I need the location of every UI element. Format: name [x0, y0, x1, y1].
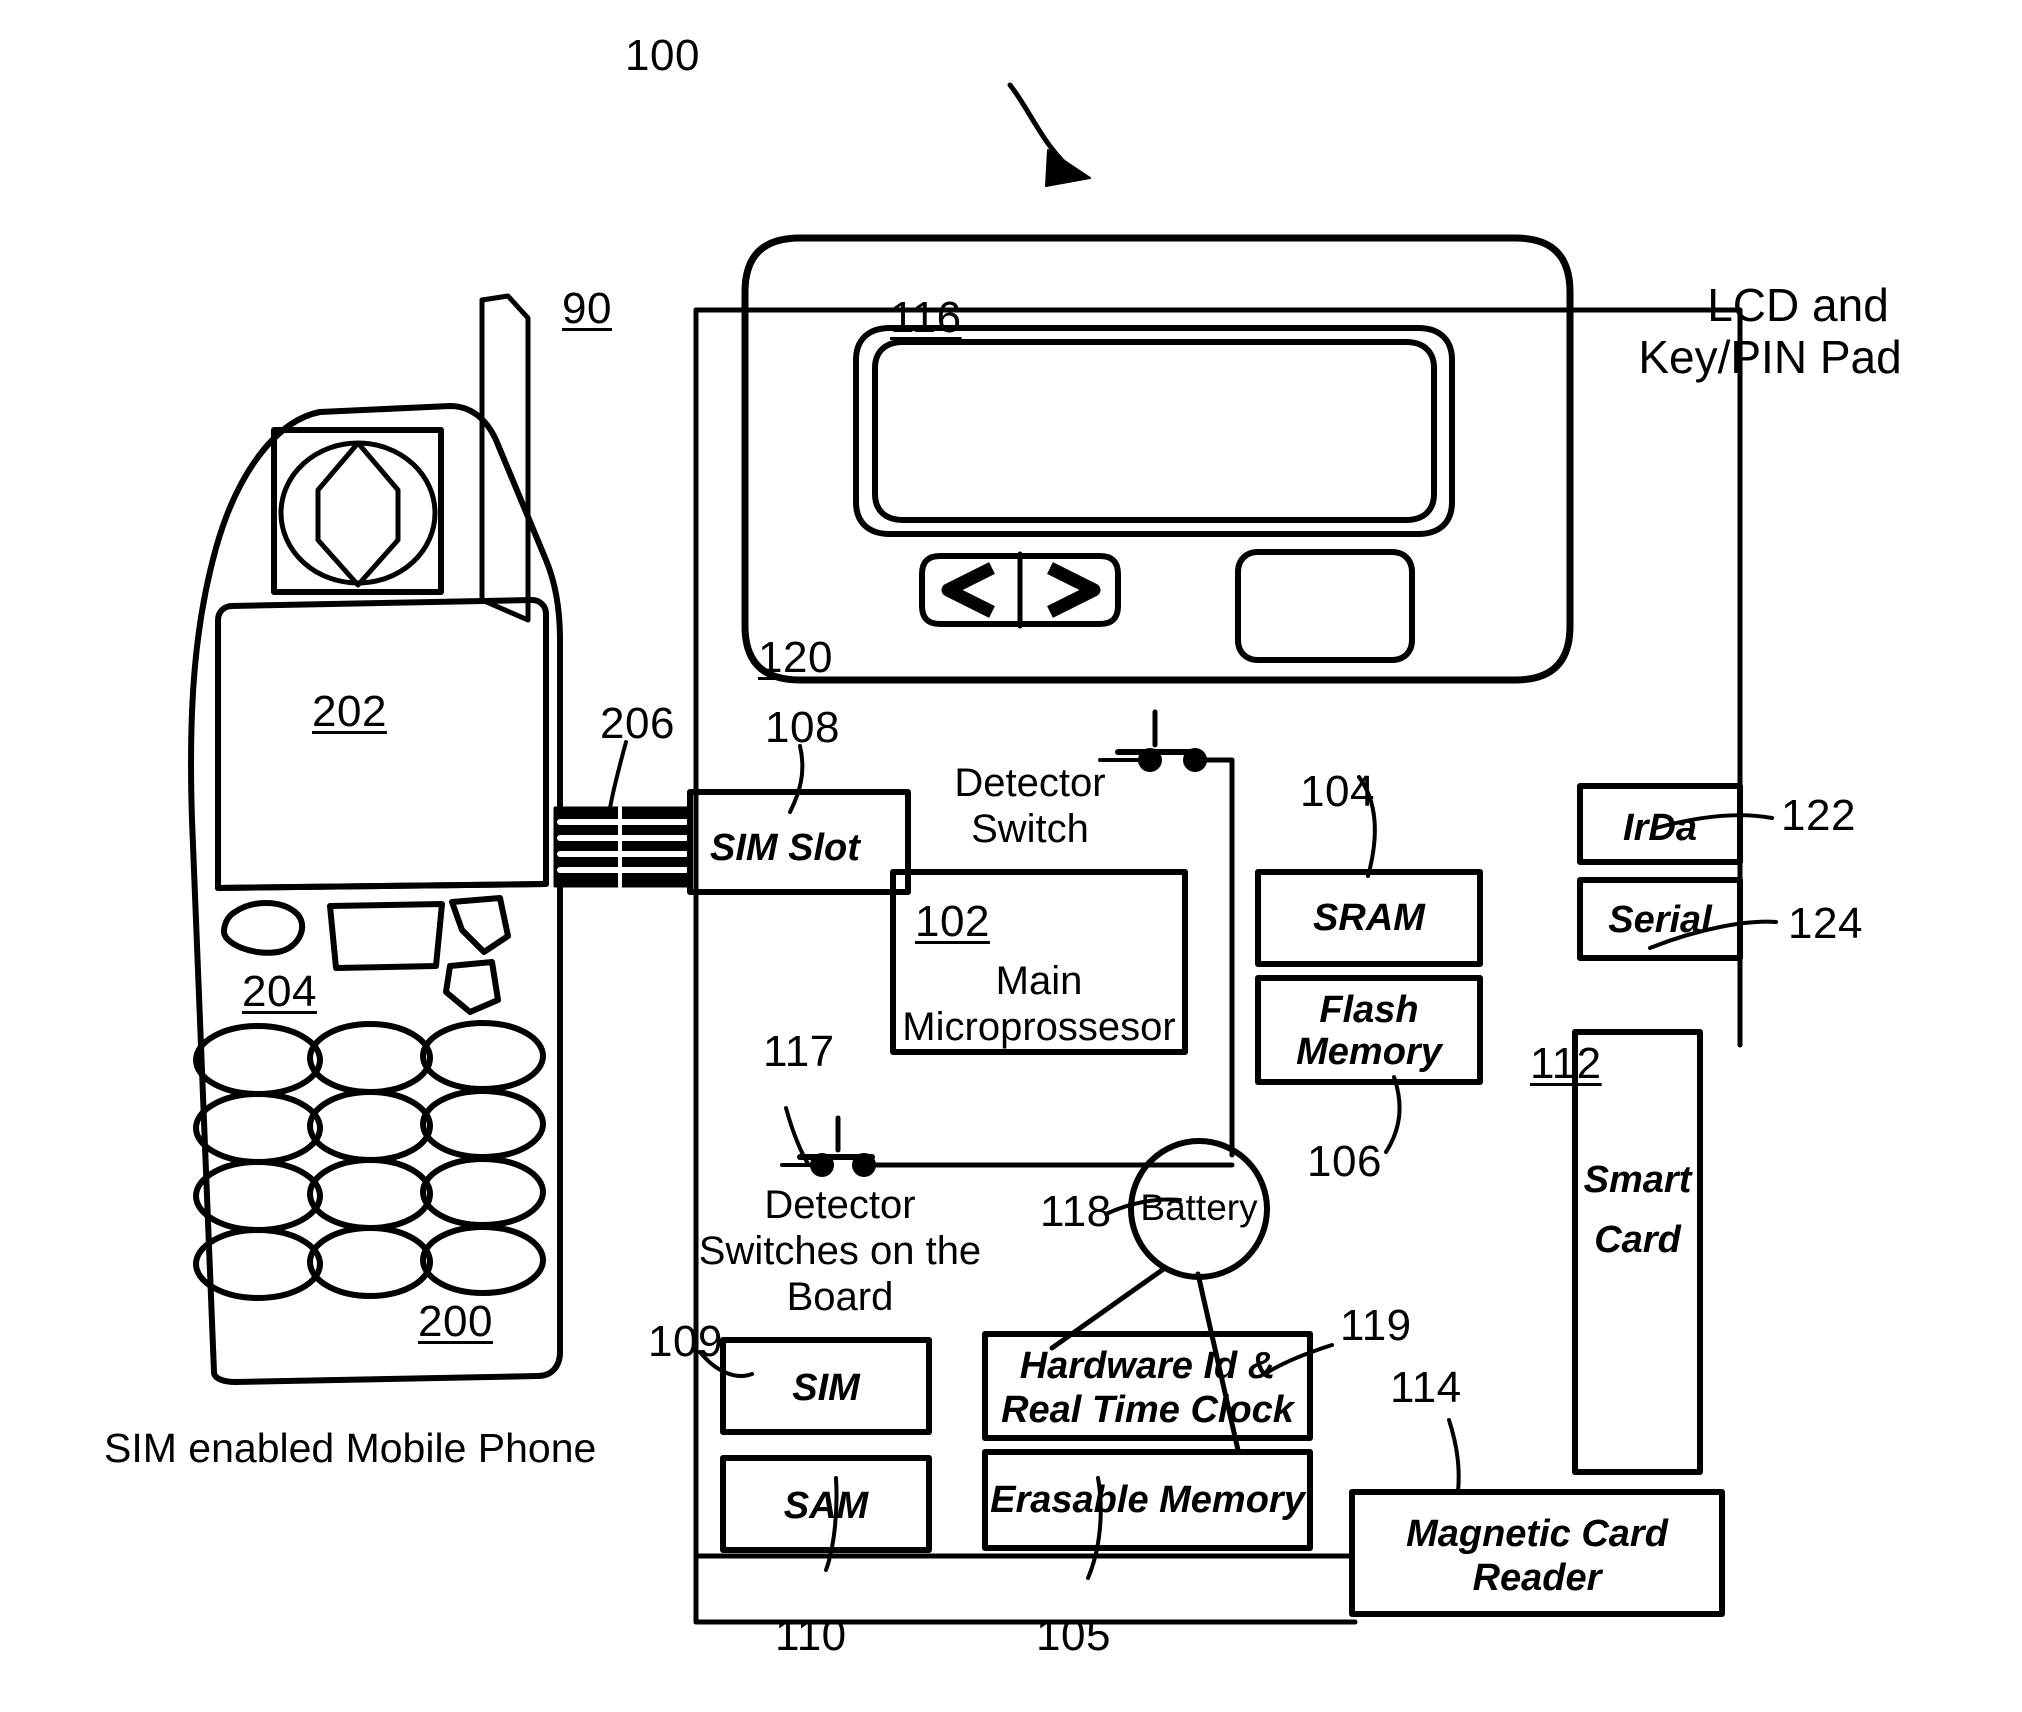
hwid-rtc-label-line1: Hardware Id &: [1019, 1345, 1276, 1387]
lcd-soft-button: [1235, 549, 1415, 663]
ref-90-label: 90: [562, 284, 612, 333]
sim-slot-label: SIM Slot: [710, 827, 860, 869]
hwid-rtc-label-line2: Real Time Clock: [1001, 1389, 1294, 1431]
ref-100-arrowhead: [1045, 149, 1091, 187]
ref-204-label: 204: [242, 967, 317, 1016]
ref-106-label: 106: [1307, 1137, 1382, 1186]
phone-logo-circle: [278, 440, 438, 586]
ref-114-leader: [1447, 1418, 1461, 1494]
ref-119-label: 119: [1340, 1301, 1412, 1350]
detector-switch-label-line2: Switch: [971, 807, 1089, 851]
serial-label: Serial: [1608, 899, 1712, 941]
ref-200-label: 200: [418, 1297, 493, 1346]
ref-118-label: 118: [1040, 1187, 1112, 1236]
phone-key: [420, 1156, 546, 1228]
figure-caption: SIM enabled Mobile Phone: [104, 1425, 597, 1471]
battery-label: Battery: [1140, 1187, 1258, 1228]
ref-116-label: 116: [890, 293, 962, 342]
phone-key: [307, 1021, 433, 1095]
magcard-label-line2: Reader: [1472, 1557, 1602, 1599]
sim-label: SIM: [792, 1367, 860, 1409]
phone-softkey-right2: [443, 959, 501, 1015]
nav-right-chevron: [1047, 562, 1101, 618]
ref-102-label: 102: [915, 897, 990, 946]
detector-board-label-line3: Board: [786, 1275, 894, 1319]
nav-left-chevron: [941, 562, 995, 618]
ref-202-label: 202: [312, 687, 387, 736]
ref-122-label: 122: [1781, 791, 1856, 840]
phone-screen-bottom: [215, 881, 549, 891]
ref-110-label: 110: [775, 1611, 847, 1660]
ref-105-label: 105: [1036, 1611, 1111, 1660]
display-inner: [872, 339, 1437, 523]
flash-label-line2: Memory: [1296, 1031, 1442, 1073]
smartcard-label-line1: Smart: [1583, 1159, 1692, 1201]
ref-100-label: 100: [625, 31, 700, 80]
ref-117-label: 117: [763, 1027, 835, 1076]
phone-key: [420, 1224, 546, 1296]
ref-108-label: 108: [765, 703, 840, 752]
phone-key: [420, 1020, 546, 1092]
phone-key: [193, 1091, 323, 1165]
irda-label: IrDa: [1623, 807, 1697, 849]
magcard-label-line1: Magnetic Card: [1406, 1513, 1668, 1555]
phone-body: [188, 403, 563, 1385]
phone-softkey-center: [327, 901, 445, 971]
cpu-label-line1: Main: [995, 959, 1083, 1003]
display-bezel: [853, 325, 1455, 537]
ref-109-label: 109: [648, 1317, 723, 1366]
ref-112-label: 112: [1530, 1039, 1602, 1088]
ref-104-label: 104: [1300, 767, 1375, 816]
phone-screen: [215, 597, 549, 891]
detector-board-label-line1: Detector: [764, 1183, 916, 1227]
ref-108-leader: [788, 744, 805, 814]
lcd-housing: [741, 234, 1574, 684]
phone-logo-square: [271, 427, 444, 595]
sam-label: SAM: [783, 1485, 869, 1527]
ref-114-label: 114: [1390, 1363, 1462, 1412]
detector-switch-label-line1: Detector: [954, 761, 1106, 805]
lcd-keypad-label-line1: LCD and: [1707, 279, 1889, 331]
erasable-memory-label: Erasable Memory: [990, 1479, 1305, 1521]
lcd-keypad-label-line2: Key/PIN Pad: [1638, 331, 1902, 383]
phone-softkey-right: [449, 895, 511, 955]
detector-switch-board-contact-r: [852, 1153, 876, 1177]
phone-key: [193, 1159, 323, 1233]
ref-206-label: 206: [600, 699, 675, 748]
ref-120-label: 120: [758, 633, 833, 682]
phone-key: [307, 1089, 433, 1163]
sram-label: SRAM: [1313, 897, 1425, 939]
smartcard-label-line2: Card: [1594, 1219, 1681, 1261]
phone-key: [193, 1227, 323, 1301]
detector-switch-top-contact-r: [1183, 748, 1207, 772]
ref-106-leader: [1384, 1075, 1402, 1154]
ref-100-leader: [1007, 82, 1078, 175]
phone-key: [193, 1023, 323, 1097]
flash-label-line1: Flash: [1319, 989, 1419, 1031]
detector-board-label-line2: Switches on the: [698, 1229, 982, 1273]
phone-logo-leaf: [315, 440, 401, 588]
phone-key: [420, 1088, 546, 1160]
detector-switch-top-wire: [1204, 757, 1235, 1158]
patent-figure: 100 90 116 120 LCD and Key/PIN Pad 206 1…: [0, 0, 2022, 1712]
phone-softkey-left: [221, 900, 306, 956]
ref-206-leader: [608, 740, 628, 810]
phone-key: [307, 1157, 433, 1231]
phone-key: [307, 1225, 433, 1299]
ref-124-label: 124: [1788, 899, 1863, 948]
detector-switch-board-contact-l: [810, 1153, 834, 1177]
cpu-label-line2: Microprossesor: [902, 1005, 1176, 1049]
